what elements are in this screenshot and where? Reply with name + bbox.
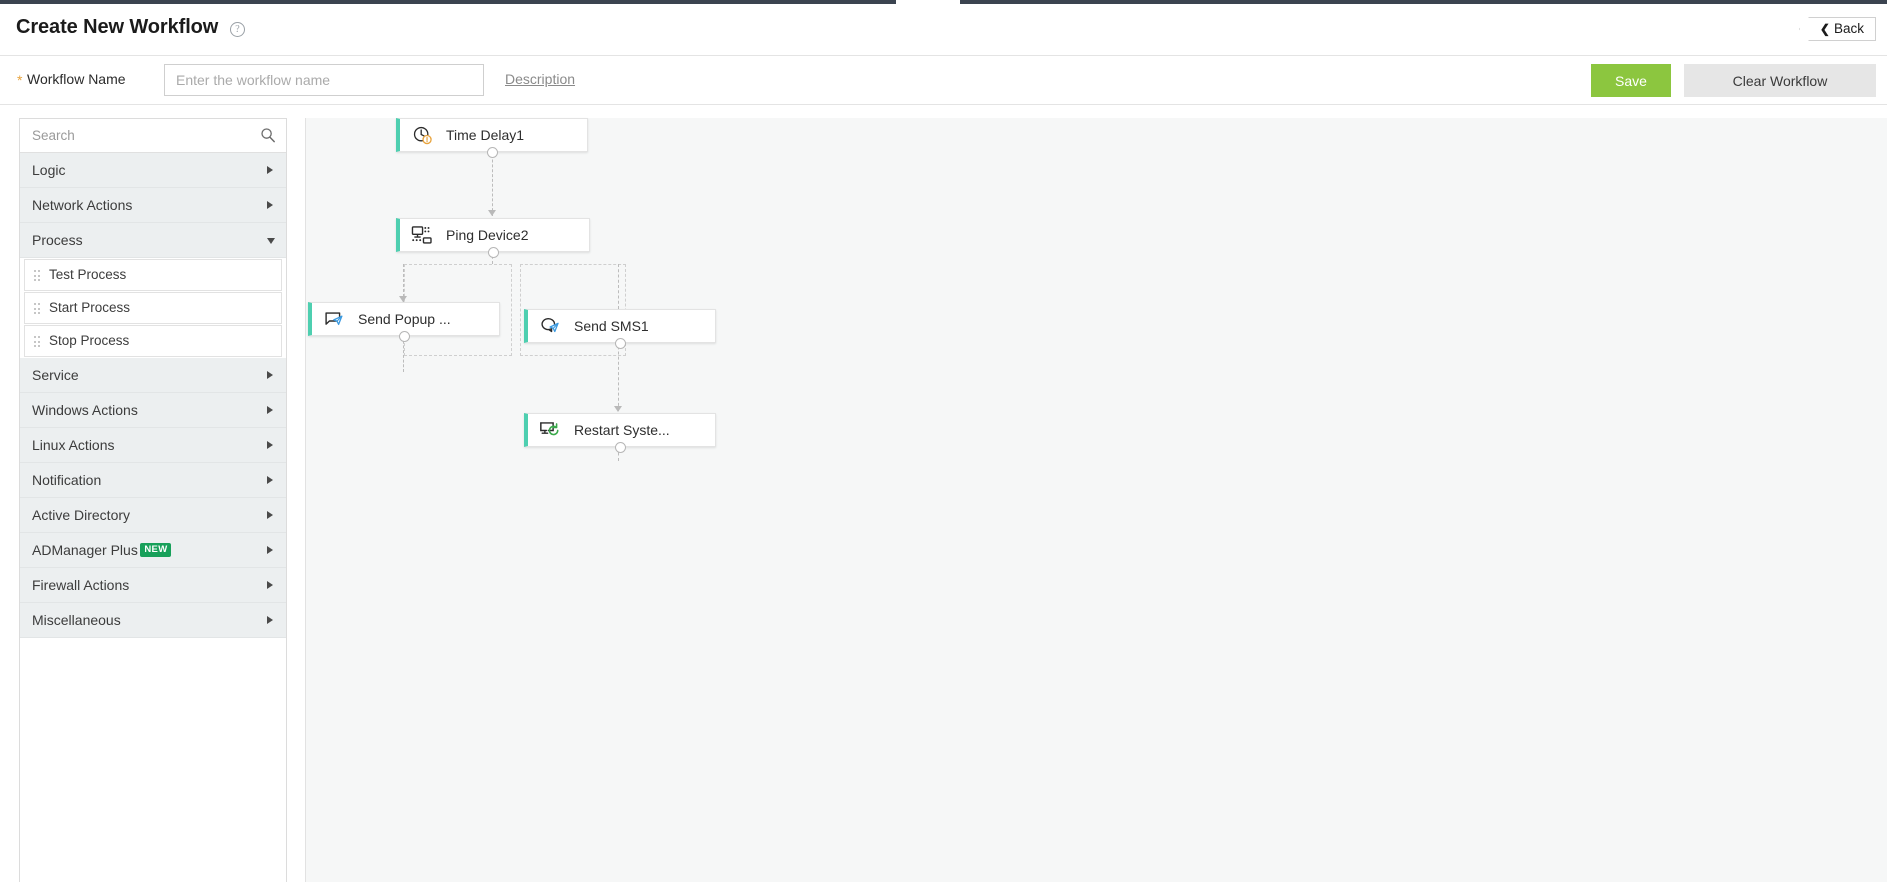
palette-item-stop-process[interactable]: Stop Process (24, 325, 282, 357)
sidebar-category-service[interactable]: Service (20, 358, 286, 393)
sidebar-category-label: Linux Actions (32, 437, 115, 453)
clock-alert-icon (409, 124, 435, 146)
node-output-port[interactable] (486, 147, 498, 158)
required-marker: * (17, 72, 23, 88)
connector-arrow-n5 (614, 406, 622, 412)
page-title: Create New Workflow (16, 16, 219, 38)
sidebar-category-label: Windows Actions (32, 402, 138, 418)
chevron-right-icon (267, 201, 273, 209)
chevron-right-icon (267, 476, 273, 484)
sidebar-category-logic[interactable]: Logic (20, 153, 286, 188)
workflow-node-label: Ping Device2 (446, 227, 529, 243)
sidebar-category-label: Service (32, 367, 79, 383)
sidebar-category-miscellaneous[interactable]: Miscellaneous (20, 603, 286, 638)
workflow-form-row: * Workflow Name Description Save Clear W… (0, 56, 1887, 104)
node-output-port[interactable] (614, 442, 626, 453)
chevron-down-icon (267, 238, 275, 244)
sms-bubble-icon (537, 315, 563, 337)
sidebar-category-network-actions[interactable]: Network Actions (20, 188, 286, 223)
chevron-right-icon (267, 441, 273, 449)
chevron-right-icon (267, 581, 273, 589)
palette-item-start-process[interactable]: Start Process (24, 292, 282, 324)
node-output-port[interactable] (398, 331, 410, 342)
chevron-right-icon (267, 616, 273, 624)
chevron-right-icon (267, 166, 273, 174)
sidebar-category-windows-actions[interactable]: Windows Actions (20, 393, 286, 428)
connector-arrow-n2 (488, 210, 496, 216)
sidebar-category-firewall-actions[interactable]: Firewall Actions (20, 568, 286, 603)
workflow-name-input[interactable] (164, 64, 484, 96)
popup-message-icon (321, 308, 347, 330)
sidebar-category-process[interactable]: Process (20, 223, 286, 258)
chevron-left-icon: ❮ (1819, 22, 1830, 36)
sidebar-category-label: Active Directory (32, 507, 131, 523)
form-divider (0, 104, 1887, 105)
workflow-canvas[interactable]: Time Delay1 Ping Device2 Send Popup ... … (305, 118, 1887, 882)
workflow-node-label: Time Delay1 (446, 127, 525, 143)
sidebar-category-label: ADManager Plus (32, 542, 138, 558)
palette-item-label: Stop Process (49, 333, 130, 348)
drag-handle-icon[interactable] (34, 336, 42, 348)
page-header: Create New Workflow ? ❮ Back (0, 4, 1887, 56)
drag-handle-icon[interactable] (34, 303, 42, 315)
chevron-right-icon (267, 406, 273, 414)
sidebar-category-label: Process (32, 232, 83, 248)
help-circle-icon[interactable]: ? (230, 22, 245, 37)
new-badge: NEW (140, 543, 172, 557)
chevron-right-icon (267, 371, 273, 379)
palette-item-test-process[interactable]: Test Process (24, 259, 282, 291)
sidebar-category-notification[interactable]: Notification (20, 463, 286, 498)
connector-branch-n4 (618, 264, 619, 309)
back-button[interactable]: ❮ Back (1798, 17, 1876, 41)
search-icon[interactable] (260, 127, 276, 143)
drag-handle-icon[interactable] (34, 270, 42, 282)
description-link[interactable]: Description (505, 71, 575, 87)
palette-item-label: Test Process (49, 267, 127, 282)
back-button-label: Back (1833, 21, 1864, 36)
sidebar-category-label: Firewall Actions (32, 577, 130, 593)
search-input[interactable] (20, 119, 286, 152)
save-button[interactable]: Save (1591, 64, 1671, 97)
workflow-builder-page: Create New Workflow ? ❮ Back * Workflow … (0, 0, 1887, 882)
workflow-node-label: Restart Syste... (574, 422, 670, 438)
sidebar-category-label: Miscellaneous (32, 612, 121, 628)
ping-monitor-icon (409, 224, 435, 246)
sidebar-category-active-directory[interactable]: Active Directory (20, 498, 286, 533)
workflow-node-label: Send Popup ... (358, 311, 451, 327)
chevron-right-icon (267, 546, 273, 554)
sidebar-category-label: Notification (32, 472, 102, 488)
chevron-right-icon (267, 511, 273, 519)
category-list: Logic Network Actions Process Test Process S… (20, 153, 286, 638)
node-output-port[interactable] (614, 338, 626, 349)
sidebar-category-admanager-plus[interactable]: ADManager Plus NEW (20, 533, 286, 568)
sidebar-category-label: Logic (32, 162, 66, 178)
search-row (20, 119, 286, 153)
sidebar-category-label: Network Actions (32, 197, 133, 213)
restart-system-icon (537, 419, 563, 441)
action-palette-sidebar: Logic Network Actions Process Test Process S… (19, 118, 287, 882)
palette-item-label: Start Process (49, 300, 131, 315)
sidebar-category-linux-actions[interactable]: Linux Actions (20, 428, 286, 463)
node-output-port[interactable] (487, 247, 499, 258)
clear-workflow-button[interactable]: Clear Workflow (1684, 64, 1876, 97)
workflow-name-label: Workflow Name (27, 71, 126, 87)
workflow-node-label: Send SMS1 (574, 318, 649, 334)
